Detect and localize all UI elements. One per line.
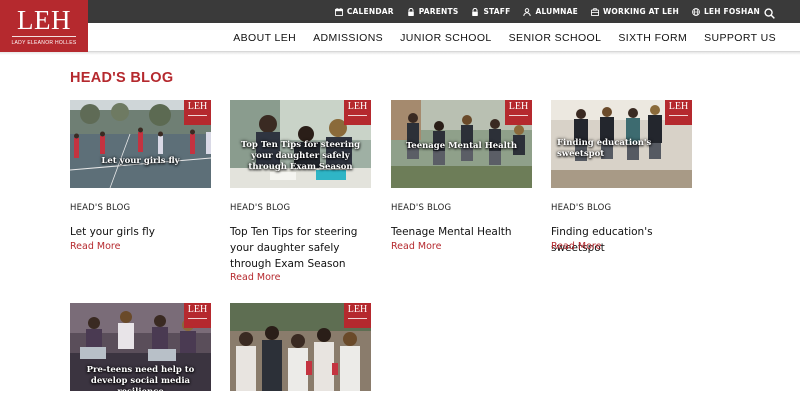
blog-card: LEH — [230, 303, 371, 391]
read-more-link[interactable]: Read More — [551, 241, 601, 252]
utility-link-leh-foshan[interactable]: LEH FOSHAN — [692, 7, 760, 16]
briefcase-icon — [590, 7, 599, 16]
search-icon — [764, 8, 775, 19]
blog-card: LEH Pre-teens need help to develop socia… — [70, 303, 211, 391]
utility-link-working-at-leh[interactable]: WORKING AT LEH — [590, 7, 679, 16]
blog-card-image[interactable]: LEH Top Ten Tips for steering your daugh… — [230, 100, 371, 188]
utility-link-label: STAFF — [483, 7, 511, 16]
utility-link-label: LEH FOSHAN — [703, 7, 760, 16]
badge-divider — [509, 115, 528, 116]
image-caption: Let your girls fly — [101, 156, 180, 166]
nav-item-about-leh[interactable]: ABOUT LEH — [233, 32, 296, 44]
badge-text: LEH — [347, 101, 368, 112]
blog-card: LEH Let your girls fly HEAD'S BLOG Let y… — [70, 100, 211, 252]
utility-nav: CALENDAR PARENTS STAFF ALUMNAE WORKING A… — [334, 0, 760, 23]
person-icon — [523, 7, 532, 16]
blog-card-image[interactable]: LEH Let your girls fly — [70, 100, 211, 188]
blog-card-title[interactable]: Let your girls fly — [70, 224, 218, 240]
utility-bar: CALENDAR PARENTS STAFF ALUMNAE WORKING A… — [0, 0, 800, 23]
leh-badge: LEH — [344, 303, 371, 328]
main-nav-bar: ABOUT LEH ADMISSIONS JUNIOR SCHOOL SENIO… — [0, 23, 800, 55]
blog-card-image[interactable]: LEH Pre-teens need help to develop socia… — [70, 303, 211, 391]
blog-card-category: HEAD'S BLOG — [230, 203, 291, 213]
search-button[interactable] — [764, 4, 778, 19]
read-more-link[interactable]: Read More — [70, 241, 120, 252]
leh-badge: LEH — [184, 303, 211, 328]
lock-icon — [472, 7, 479, 16]
blog-card-category: HEAD'S BLOG — [70, 203, 131, 213]
leh-badge: LEH — [505, 100, 532, 125]
blog-card: LEH Finding education's sweetspot HEAD'S… — [551, 100, 692, 254]
badge-divider — [348, 318, 367, 319]
blog-card-title[interactable]: Top Ten Tips for steering your daughter … — [230, 224, 378, 272]
utility-link-label: CALENDAR — [346, 7, 394, 16]
read-more-link[interactable]: Read More — [391, 241, 441, 252]
leh-badge: LEH — [184, 100, 211, 125]
badge-divider — [188, 318, 207, 319]
blog-card-image[interactable]: LEH Teenage Mental Health — [391, 100, 532, 188]
badge-divider — [348, 115, 367, 116]
logo-subtitle: LADY ELEANOR HOLLES — [11, 40, 77, 46]
badge-text: LEH — [347, 304, 368, 315]
utility-link-parents[interactable]: PARENTS — [407, 7, 459, 16]
blog-card-image[interactable]: LEH Finding education's sweetspot — [551, 100, 692, 188]
logo-text: LEH — [17, 5, 71, 35]
page-title: HEAD'S BLOG — [70, 70, 174, 86]
blog-card-image[interactable]: LEH — [230, 303, 371, 391]
utility-link-label: ALUMNAE — [535, 7, 578, 16]
nav-item-sixth-form[interactable]: SIXTH FORM — [618, 32, 687, 44]
badge-text: LEH — [187, 304, 208, 315]
blog-card-category: HEAD'S BLOG — [551, 203, 612, 213]
image-caption: Teenage Mental Health — [405, 141, 518, 151]
logo-divider — [12, 36, 76, 37]
utility-link-alumnae[interactable]: ALUMNAE — [523, 7, 578, 16]
utility-link-calendar[interactable]: CALENDAR — [334, 7, 394, 16]
blog-card-category: HEAD'S BLOG — [391, 203, 452, 213]
site-logo[interactable]: LEH LADY ELEANOR HOLLES — [0, 0, 88, 52]
badge-text: LEH — [187, 101, 208, 112]
calendar-icon — [334, 7, 343, 16]
badge-text: LEH — [508, 101, 529, 112]
nav-item-admissions[interactable]: ADMISSIONS — [313, 32, 383, 44]
leh-badge: LEH — [665, 100, 692, 125]
read-more-link[interactable]: Read More — [230, 272, 280, 283]
blog-card: LEH Top Ten Tips for steering your daugh… — [230, 100, 371, 283]
badge-divider — [669, 115, 688, 116]
utility-link-label: WORKING AT LEH — [602, 7, 679, 16]
image-caption: Finding education's sweetspot — [557, 138, 652, 159]
globe-icon — [692, 7, 700, 16]
image-caption: Top Ten Tips for steering your daughter … — [240, 140, 361, 172]
nav-item-support-us[interactable]: SUPPORT US — [704, 32, 776, 44]
image-caption: Pre-teens need help to develop social me… — [86, 365, 195, 391]
utility-link-label: PARENTS — [418, 7, 459, 16]
utility-link-staff[interactable]: STAFF — [471, 7, 510, 16]
leh-badge: LEH — [344, 100, 371, 125]
nav-item-senior-school[interactable]: SENIOR SCHOOL — [509, 32, 602, 44]
nav-item-junior-school[interactable]: JUNIOR SCHOOL — [400, 32, 492, 44]
badge-divider — [188, 115, 207, 116]
blog-card: LEH Teenage Mental Health HEAD'S BLOG Te… — [391, 100, 532, 252]
badge-text: LEH — [668, 101, 689, 112]
blog-card-title[interactable]: Teenage Mental Health — [391, 224, 539, 240]
lock-icon — [407, 7, 414, 16]
main-nav: ABOUT LEH ADMISSIONS JUNIOR SCHOOL SENIO… — [233, 23, 776, 52]
